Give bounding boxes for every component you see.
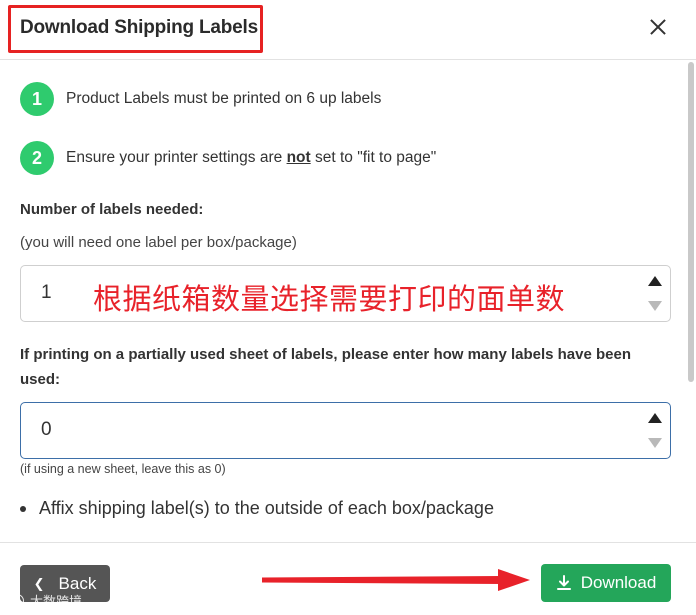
step-1-text: Product Labels must be printed on 6 up l…	[66, 90, 382, 107]
spin-up-icon[interactable]	[648, 276, 662, 286]
labels-needed-note: (you will need one label per box/package…	[20, 234, 297, 251]
watermark-logo-icon	[10, 593, 24, 608]
instruction-bullet: Affix shipping label(s) to the outside o…	[20, 498, 494, 519]
used-labels-value: 0	[41, 419, 52, 440]
step-2-badge: 2	[20, 141, 54, 175]
step-1: 1 Product Labels must be printed on 6 up…	[20, 82, 381, 116]
used-labels-label: If printing on a partially used sheet of…	[20, 346, 632, 388]
labels-needed-value: 1	[41, 282, 52, 303]
download-icon	[556, 575, 571, 590]
download-button[interactable]: Download	[541, 564, 671, 602]
step-2-text: Ensure your printer settings are not set…	[66, 149, 436, 167]
watermark-text: 大数跨境	[30, 594, 83, 609]
scrollbar-thumb[interactable]	[688, 62, 694, 382]
spin-down-icon[interactable]	[648, 438, 662, 448]
used-labels-stepper[interactable]	[644, 407, 666, 454]
labels-needed-annotation: 根据纸箱数量选择需要打印的面单数	[93, 282, 566, 316]
modal-title: Download Shipping Labels	[20, 17, 258, 38]
step-2: 2 Ensure your printer settings are not s…	[20, 141, 436, 175]
download-button-label: Download	[580, 573, 657, 592]
used-labels-input[interactable]: 0	[20, 402, 671, 459]
watermark: 大数跨境	[10, 591, 82, 610]
close-icon[interactable]	[646, 15, 670, 39]
spin-down-icon[interactable]	[648, 301, 662, 311]
step-2-text-after: set to "fit to page"	[310, 149, 437, 166]
spin-up-icon[interactable]	[648, 413, 662, 423]
labels-needed-stepper[interactable]	[644, 270, 666, 317]
arrow-annotation-icon	[262, 569, 530, 591]
chevron-left-icon: ❮	[33, 575, 45, 591]
step-2-text-emphasis: not	[286, 149, 311, 166]
step-2-text-before: Ensure your printer settings are	[66, 149, 287, 166]
modal-header: Download Shipping Labels	[0, 0, 696, 60]
labels-needed-input[interactable]: 1 根据纸箱数量选择需要打印的面单数	[20, 265, 671, 322]
step-1-badge: 1	[20, 82, 54, 116]
labels-needed-label: Number of labels needed:	[20, 201, 204, 218]
bullet-text: Affix shipping label(s) to the outside o…	[39, 498, 494, 518]
shipping-labels-modal: Download Shipping Labels 1 Product Label…	[0, 0, 696, 615]
used-labels-hint: (if using a new sheet, leave this as 0)	[20, 462, 226, 476]
bullet-dot	[20, 505, 26, 512]
